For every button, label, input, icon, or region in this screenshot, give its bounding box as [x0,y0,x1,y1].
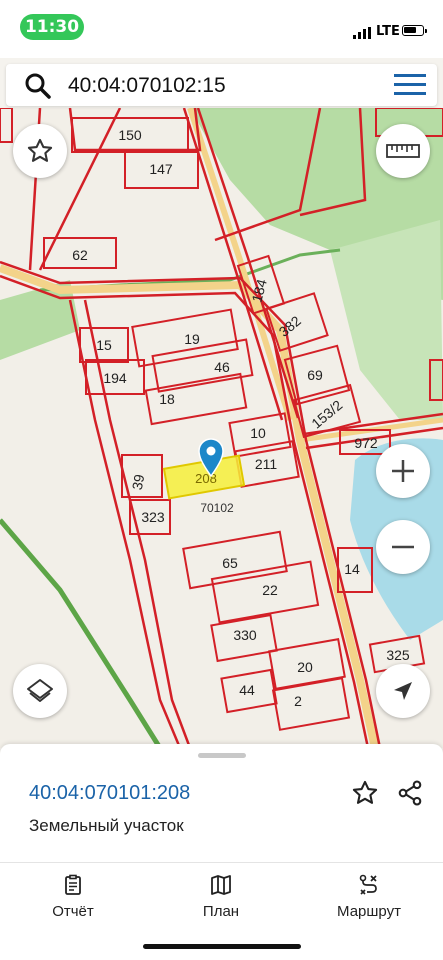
parcel-label: 20 [297,659,313,675]
status-bar: 11:30 LTE [0,0,443,58]
parcel-label: 150 [118,127,142,143]
battery-icon [402,25,427,36]
quarter-label: 70102 [200,501,234,515]
cadastral-number[interactable]: 40:04:070101:208 [29,782,190,805]
parcel-label: 330 [233,627,257,643]
parcel-label: 69 [307,367,323,383]
star-outline-icon [27,138,53,162]
parcel-label: 44 [239,682,255,698]
object-type: Земельный участок [29,816,184,835]
layers-icon [27,679,53,702]
signal-icon [353,27,371,39]
parcel-label: 194 [103,370,127,386]
hamburger-menu-icon[interactable] [394,72,426,98]
parcel-label: 323 [141,509,165,525]
ruler-icon [386,144,420,158]
search-icon[interactable] [24,72,52,100]
parcel-info-sheet[interactable]: 40:04:070101:208 Земельный участок [0,744,443,862]
zoom-in-button[interactable] [376,444,430,498]
parcel-label: 62 [72,247,88,263]
share-icon[interactable] [396,779,424,807]
my-location-button[interactable] [376,664,430,718]
parcel-label: 18 [159,391,175,407]
parcel-label: 147 [149,161,173,177]
parcel-label: 972 [354,435,378,451]
star-icon[interactable] [351,779,379,807]
parcel-label: 14 [344,561,360,577]
parcel-label: 15 [96,337,112,353]
parcel-label: 10 [250,425,266,441]
tab-route[interactable]: Маршрут [314,873,424,920]
plus-icon [392,460,414,482]
tab-plan[interactable]: План [166,873,276,920]
status-time: 11:30 [20,14,84,40]
tab-route-label: Маршрут [337,903,401,920]
home-indicator [143,944,301,949]
sheet-drag-handle[interactable] [198,753,246,758]
cadastral-map[interactable]: 150 147 62 184 382 15 19 194 46 69 18 15… [0,108,443,748]
tab-plan-label: План [202,903,240,920]
parcel-label: 65 [222,555,238,571]
parcel-label: 2 [294,693,302,709]
parcel-label: 39 [129,473,147,491]
ruler-button[interactable] [376,124,430,178]
minus-icon [392,545,414,549]
search-input[interactable]: 40:04:070102:15 [68,74,226,98]
parcel-label: 22 [262,582,278,598]
clipboard-icon [65,874,81,895]
navigation-arrow-icon [394,682,412,700]
parcel-label: 211 [255,456,278,472]
layers-button[interactable] [13,664,67,718]
parcel-label: 19 [184,331,200,347]
search-bar[interactable]: 40:04:070102:15 [6,64,437,106]
parcel-label: 46 [214,359,230,375]
parcel-label: 325 [386,647,410,663]
map-icon [211,875,231,895]
zoom-out-button[interactable] [376,520,430,574]
favorites-button[interactable] [13,124,67,178]
route-icon [359,874,377,895]
network-type: LTE [376,24,400,39]
tab-report[interactable]: Отчёт [18,873,128,920]
tab-report-label: Отчёт [52,903,94,920]
map-canvas[interactable]: 150 147 62 184 382 15 19 194 46 69 18 15… [0,108,443,748]
